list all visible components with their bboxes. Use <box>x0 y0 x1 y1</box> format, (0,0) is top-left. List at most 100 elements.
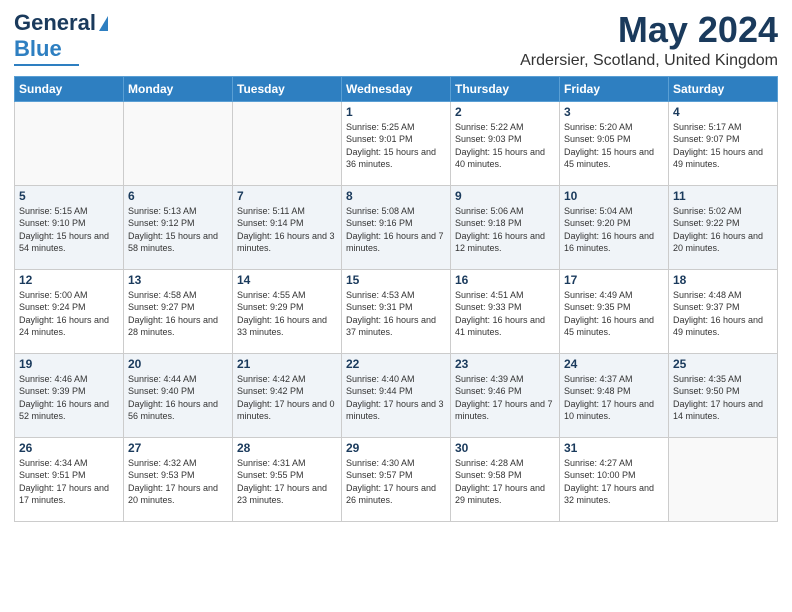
day-number: 1 <box>346 105 446 119</box>
table-row: 7Sunrise: 5:11 AM Sunset: 9:14 PM Daylig… <box>233 185 342 269</box>
day-info: Sunrise: 4:51 AM Sunset: 9:33 PM Dayligh… <box>455 289 555 339</box>
day-info: Sunrise: 4:27 AM Sunset: 10:00 PM Daylig… <box>564 457 664 507</box>
day-number: 23 <box>455 357 555 371</box>
day-info: Sunrise: 4:31 AM Sunset: 9:55 PM Dayligh… <box>237 457 337 507</box>
day-info: Sunrise: 4:34 AM Sunset: 9:51 PM Dayligh… <box>19 457 119 507</box>
table-row: 27 Sunrise: 4:32 AM Sunset: 9:53 PM Dayli… <box>124 437 233 521</box>
week-row-4: 19Sunrise: 4:46 AM Sunset: 9:39 PM Dayli… <box>15 353 778 437</box>
day-number: 20 <box>128 357 228 371</box>
day-info: Sunrise: 5:00 AM Sunset: 9:24 PM Dayligh… <box>19 289 119 339</box>
day-number: 4 <box>673 105 773 119</box>
table-row: 6 Sunrise: 5:13 AM Sunset: 9:12 PM Daylig… <box>124 185 233 269</box>
table-row: 25Sunrise: 4:35 AM Sunset: 9:50 PM Dayli… <box>669 353 778 437</box>
col-wednesday: Wednesday <box>342 76 451 101</box>
day-info: Sunrise: 4:49 AM Sunset: 9:35 PM Dayligh… <box>564 289 664 339</box>
day-info: Sunrise: 4:30 AM Sunset: 9:57 PM Dayligh… <box>346 457 446 507</box>
logo-general: General <box>14 10 96 36</box>
day-number: 5 <box>19 189 119 203</box>
table-row <box>124 101 233 185</box>
header: General Blue May 2024 Ardersier, Scotlan… <box>14 10 778 70</box>
day-info: Sunrise: 5:15 AM Sunset: 9:10 PM Dayligh… <box>19 205 119 255</box>
week-row-1: 1 Sunrise: 5:25 AM Sunset: 9:01 PM Daylig… <box>15 101 778 185</box>
table-row: 29 Sunrise: 4:30 AM Sunset: 9:57 PM Dayli… <box>342 437 451 521</box>
logo-blue: Blue <box>14 36 62 62</box>
day-number: 12 <box>19 273 119 287</box>
day-number: 16 <box>455 273 555 287</box>
day-number: 3 <box>564 105 664 119</box>
table-row: 18 Sunrise: 4:48 AM Sunset: 9:37 PM Dayli… <box>669 269 778 353</box>
day-info: Sunrise: 5:22 AM Sunset: 9:03 PM Dayligh… <box>455 121 555 171</box>
day-info: Sunrise: 4:48 AM Sunset: 9:37 PM Dayligh… <box>673 289 773 339</box>
day-number: 27 <box>128 441 228 455</box>
week-row-5: 26 Sunrise: 4:34 AM Sunset: 9:51 PM Dayli… <box>15 437 778 521</box>
table-row: 24Sunrise: 4:37 AM Sunset: 9:48 PM Dayli… <box>560 353 669 437</box>
day-number: 18 <box>673 273 773 287</box>
day-number: 25 <box>673 357 773 371</box>
calendar-page: General Blue May 2024 Ardersier, Scotlan… <box>0 0 792 612</box>
day-info: Sunrise: 5:11 AM Sunset: 9:14 PM Dayligh… <box>237 205 337 255</box>
col-friday: Friday <box>560 76 669 101</box>
table-row <box>233 101 342 185</box>
table-row: 5 Sunrise: 5:15 AM Sunset: 9:10 PM Daylig… <box>15 185 124 269</box>
table-row: 19Sunrise: 4:46 AM Sunset: 9:39 PM Dayli… <box>15 353 124 437</box>
table-row: 13 Sunrise: 4:58 AM Sunset: 9:27 PM Dayli… <box>124 269 233 353</box>
table-row: 10 Sunrise: 5:04 AM Sunset: 9:20 PM Dayli… <box>560 185 669 269</box>
logo-underline <box>14 64 79 66</box>
table-row <box>669 437 778 521</box>
table-row: 4 Sunrise: 5:17 AM Sunset: 9:07 PM Daylig… <box>669 101 778 185</box>
day-info: Sunrise: 4:28 AM Sunset: 9:58 PM Dayligh… <box>455 457 555 507</box>
table-row: 9 Sunrise: 5:06 AM Sunset: 9:18 PM Daylig… <box>451 185 560 269</box>
day-info: Sunrise: 5:20 AM Sunset: 9:05 PM Dayligh… <box>564 121 664 171</box>
table-row: 3 Sunrise: 5:20 AM Sunset: 9:05 PM Daylig… <box>560 101 669 185</box>
table-row: 20 Sunrise: 4:44 AM Sunset: 9:40 PM Dayli… <box>124 353 233 437</box>
day-number: 30 <box>455 441 555 455</box>
table-row: 28 Sunrise: 4:31 AM Sunset: 9:55 PM Dayli… <box>233 437 342 521</box>
table-row: 16 Sunrise: 4:51 AM Sunset: 9:33 PM Dayli… <box>451 269 560 353</box>
table-row: 26 Sunrise: 4:34 AM Sunset: 9:51 PM Dayli… <box>15 437 124 521</box>
day-info: Sunrise: 5:13 AM Sunset: 9:12 PM Dayligh… <box>128 205 228 255</box>
day-number: 17 <box>564 273 664 287</box>
day-number: 13 <box>128 273 228 287</box>
day-info: Sunrise: 5:17 AM Sunset: 9:07 PM Dayligh… <box>673 121 773 171</box>
table-row: 22Sunrise: 4:40 AM Sunset: 9:44 PM Dayli… <box>342 353 451 437</box>
day-number: 11 <box>673 189 773 203</box>
day-number: 24 <box>564 357 664 371</box>
day-number: 21 <box>237 357 337 371</box>
day-number: 28 <box>237 441 337 455</box>
header-row: Sunday Monday Tuesday Wednesday Thursday… <box>15 76 778 101</box>
title-area: May 2024 Ardersier, Scotland, United Kin… <box>520 10 778 70</box>
table-row: 12 Sunrise: 5:00 AM Sunset: 9:24 PM Dayli… <box>15 269 124 353</box>
day-number: 6 <box>128 189 228 203</box>
subtitle: Ardersier, Scotland, United Kingdom <box>520 52 778 70</box>
calendar-table: Sunday Monday Tuesday Wednesday Thursday… <box>14 76 778 522</box>
main-title: May 2024 <box>520 10 778 50</box>
day-info: Sunrise: 4:44 AM Sunset: 9:40 PM Dayligh… <box>128 373 228 423</box>
day-info: Sunrise: 4:40 AM Sunset: 9:44 PM Dayligh… <box>346 373 446 423</box>
table-row: 17 Sunrise: 4:49 AM Sunset: 9:35 PM Dayli… <box>560 269 669 353</box>
table-row: 23 Sunrise: 4:39 AM Sunset: 9:46 PM Dayli… <box>451 353 560 437</box>
col-thursday: Thursday <box>451 76 560 101</box>
day-number: 29 <box>346 441 446 455</box>
day-number: 15 <box>346 273 446 287</box>
day-number: 9 <box>455 189 555 203</box>
day-info: Sunrise: 5:06 AM Sunset: 9:18 PM Dayligh… <box>455 205 555 255</box>
logo: General Blue <box>14 10 108 66</box>
day-info: Sunrise: 5:04 AM Sunset: 9:20 PM Dayligh… <box>564 205 664 255</box>
day-info: Sunrise: 4:58 AM Sunset: 9:27 PM Dayligh… <box>128 289 228 339</box>
table-row: 1 Sunrise: 5:25 AM Sunset: 9:01 PM Daylig… <box>342 101 451 185</box>
day-info: Sunrise: 4:32 AM Sunset: 9:53 PM Dayligh… <box>128 457 228 507</box>
day-info: Sunrise: 5:25 AM Sunset: 9:01 PM Dayligh… <box>346 121 446 171</box>
table-row: 11 Sunrise: 5:02 AM Sunset: 9:22 PM Dayli… <box>669 185 778 269</box>
col-sunday: Sunday <box>15 76 124 101</box>
col-saturday: Saturday <box>669 76 778 101</box>
day-number: 2 <box>455 105 555 119</box>
day-info: Sunrise: 4:39 AM Sunset: 9:46 PM Dayligh… <box>455 373 555 423</box>
day-number: 26 <box>19 441 119 455</box>
day-info: Sunrise: 5:02 AM Sunset: 9:22 PM Dayligh… <box>673 205 773 255</box>
day-number: 10 <box>564 189 664 203</box>
day-number: 8 <box>346 189 446 203</box>
table-row: 14Sunrise: 4:55 AM Sunset: 9:29 PM Dayli… <box>233 269 342 353</box>
day-info: Sunrise: 4:53 AM Sunset: 9:31 PM Dayligh… <box>346 289 446 339</box>
table-row: 21Sunrise: 4:42 AM Sunset: 9:42 PM Dayli… <box>233 353 342 437</box>
day-info: Sunrise: 4:46 AM Sunset: 9:39 PM Dayligh… <box>19 373 119 423</box>
